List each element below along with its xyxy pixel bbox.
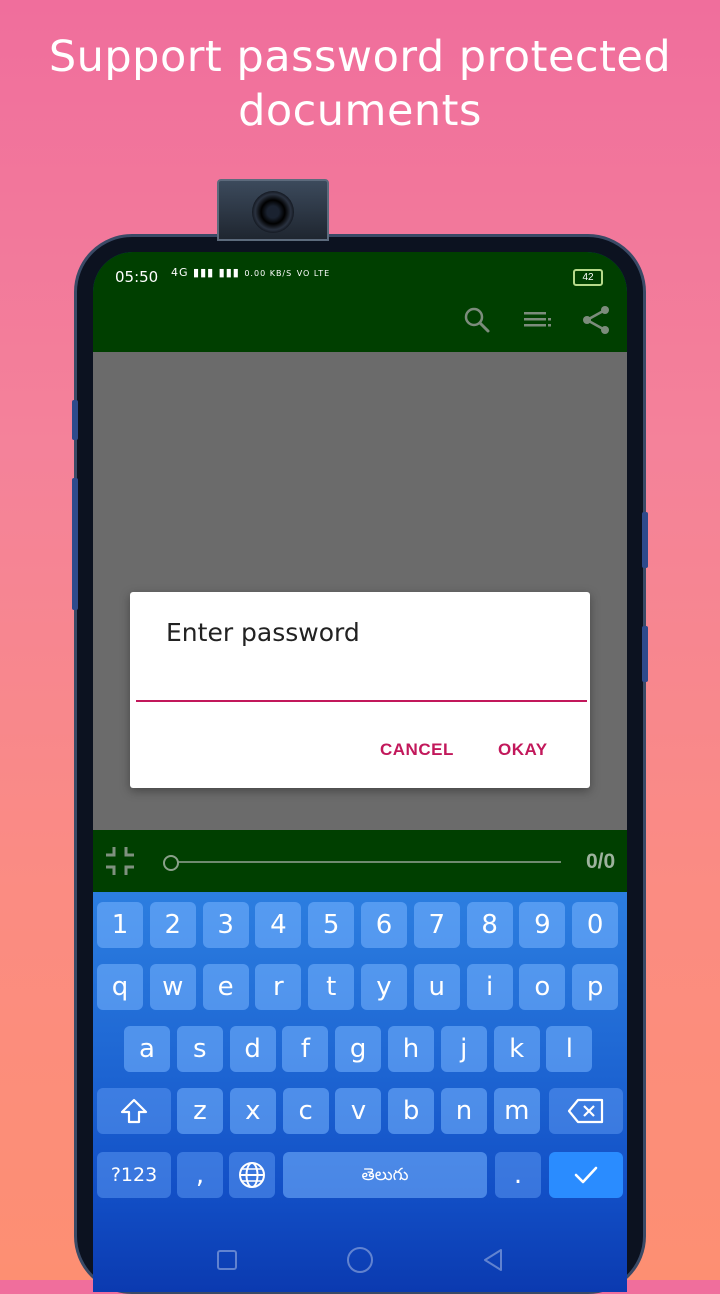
battery-icon: 42 bbox=[573, 269, 603, 286]
space-key[interactable]: తెలుగు bbox=[283, 1152, 487, 1198]
battery-level: 42 bbox=[582, 272, 594, 283]
key-4[interactable]: 4 bbox=[255, 902, 302, 948]
phone-side-button bbox=[72, 400, 78, 440]
status-time: 05:50 bbox=[115, 268, 159, 286]
key-3[interactable]: 3 bbox=[202, 902, 249, 948]
key-s[interactable]: s bbox=[176, 1026, 223, 1072]
key-t[interactable]: t bbox=[308, 964, 355, 1010]
key-z[interactable]: z bbox=[177, 1088, 223, 1134]
phone-side-button bbox=[642, 626, 648, 682]
globe-icon bbox=[239, 1162, 265, 1188]
page-slider-knob[interactable] bbox=[163, 855, 179, 871]
phone-side-button bbox=[642, 512, 648, 568]
shift-icon bbox=[120, 1098, 148, 1124]
password-dialog: Enter password CANCEL OKAY bbox=[130, 592, 590, 788]
signal-text: 4G ▮▮▮ ▮▮▮ bbox=[171, 266, 240, 279]
page-count: 0/0 bbox=[586, 850, 616, 873]
key-b[interactable]: b bbox=[388, 1088, 435, 1134]
checkmark-icon bbox=[574, 1166, 598, 1184]
backspace-icon bbox=[567, 1098, 604, 1124]
list-icon[interactable] bbox=[519, 302, 555, 338]
phone-screen: 05:50 4G ▮▮▮ ▮▮▮ 0.00 KB/S VO LTE 42 Ent… bbox=[93, 252, 627, 1292]
app-toolbar bbox=[93, 290, 627, 352]
key-k[interactable]: k bbox=[493, 1026, 540, 1072]
language-key[interactable] bbox=[229, 1152, 275, 1198]
home-icon[interactable] bbox=[338, 1238, 382, 1282]
key-9[interactable]: 9 bbox=[519, 902, 566, 948]
symbols-key[interactable]: ?123 bbox=[97, 1152, 171, 1198]
document-area: Enter password CANCEL OKAY bbox=[93, 352, 627, 830]
key-r[interactable]: r bbox=[255, 964, 302, 1010]
headline-line-1: Support password protected bbox=[48, 32, 672, 82]
key-l[interactable]: l bbox=[546, 1026, 593, 1072]
key-x[interactable]: x bbox=[229, 1088, 276, 1134]
on-screen-keyboard: 1234567890 qwertyuiop asdfghjkl zxcvbnm … bbox=[93, 892, 627, 1292]
enter-key[interactable] bbox=[549, 1152, 623, 1198]
key-6[interactable]: 6 bbox=[361, 902, 407, 948]
share-icon[interactable] bbox=[579, 302, 615, 338]
recents-icon[interactable] bbox=[205, 1238, 249, 1282]
password-input[interactable] bbox=[136, 664, 587, 702]
page-slider-track[interactable] bbox=[169, 861, 561, 863]
key-c[interactable]: c bbox=[282, 1088, 329, 1134]
phone-side-button bbox=[72, 478, 78, 610]
key-1[interactable]: 1 bbox=[97, 902, 143, 948]
key-e[interactable]: e bbox=[202, 964, 249, 1010]
navigation-bar bbox=[93, 1228, 627, 1292]
key-f[interactable]: f bbox=[282, 1026, 329, 1072]
key-m[interactable]: m bbox=[493, 1088, 540, 1134]
key-p[interactable]: p bbox=[572, 964, 619, 1010]
dialog-title: Enter password bbox=[166, 618, 360, 647]
signal-icon: 4G ▮▮▮ ▮▮▮ 0.00 KB/S VO LTE bbox=[171, 266, 330, 279]
volte-indicator: VO LTE bbox=[296, 269, 331, 278]
period-key[interactable]: . bbox=[495, 1152, 541, 1198]
key-5[interactable]: 5 bbox=[308, 902, 355, 948]
key-8[interactable]: 8 bbox=[466, 902, 513, 948]
key-h[interactable]: h bbox=[388, 1026, 434, 1072]
viewer-bottom-bar: 0/0 bbox=[93, 830, 627, 892]
camera-lens bbox=[252, 191, 294, 233]
key-j[interactable]: j bbox=[440, 1026, 487, 1072]
exit-fullscreen-icon[interactable] bbox=[103, 844, 137, 878]
key-2[interactable]: 2 bbox=[149, 902, 196, 948]
key-w[interactable]: w bbox=[149, 964, 196, 1010]
key-0[interactable]: 0 bbox=[572, 902, 619, 948]
key-a[interactable]: a bbox=[124, 1026, 170, 1072]
headline-line-2: documents bbox=[238, 86, 482, 136]
okay-button[interactable]: OKAY bbox=[498, 740, 548, 760]
comma-key[interactable]: , bbox=[177, 1152, 223, 1198]
back-icon[interactable] bbox=[471, 1238, 515, 1282]
backspace-key[interactable] bbox=[549, 1088, 623, 1134]
headline: Support password protected documents bbox=[0, 30, 720, 138]
key-u[interactable]: u bbox=[413, 964, 460, 1010]
key-i[interactable]: i bbox=[466, 964, 513, 1010]
key-y[interactable]: y bbox=[361, 964, 407, 1010]
key-g[interactable]: g bbox=[335, 1026, 382, 1072]
key-v[interactable]: v bbox=[335, 1088, 382, 1134]
key-d[interactable]: d bbox=[229, 1026, 276, 1072]
key-7[interactable]: 7 bbox=[413, 902, 460, 948]
cancel-button[interactable]: CANCEL bbox=[380, 740, 454, 760]
popup-camera bbox=[217, 179, 329, 241]
key-n[interactable]: n bbox=[441, 1088, 487, 1134]
status-bar: 05:50 4G ▮▮▮ ▮▮▮ 0.00 KB/S VO LTE 42 bbox=[93, 252, 627, 290]
network-speed: 0.00 KB/S bbox=[244, 269, 293, 278]
key-o[interactable]: o bbox=[519, 964, 566, 1010]
search-icon[interactable] bbox=[459, 302, 495, 338]
shift-key[interactable] bbox=[97, 1088, 171, 1134]
key-q[interactable]: q bbox=[97, 964, 143, 1010]
